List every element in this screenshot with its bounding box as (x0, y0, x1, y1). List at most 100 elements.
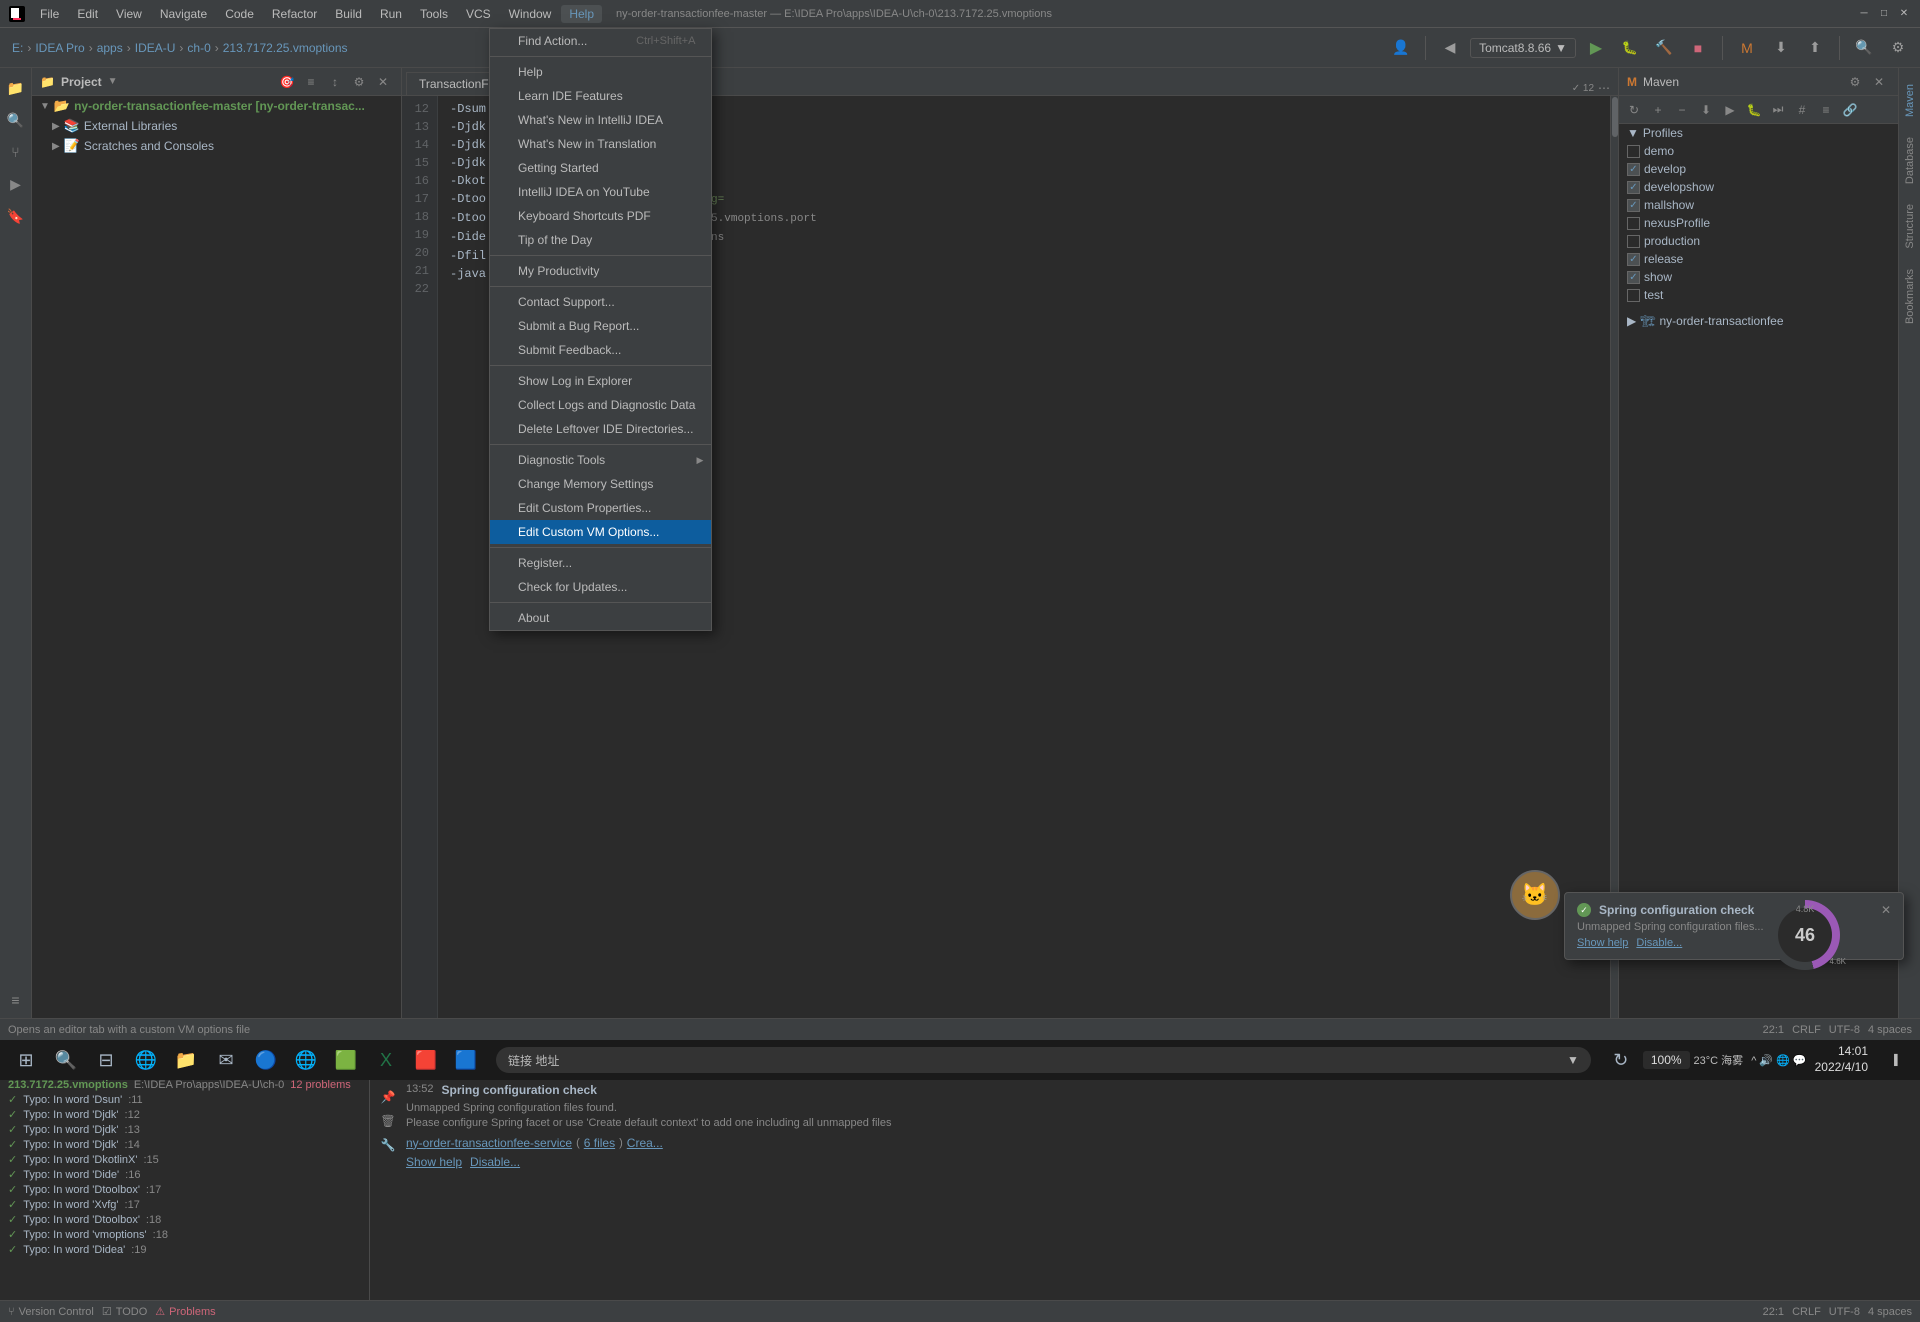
breadcrumb-ideau[interactable]: IDEA-U (135, 41, 176, 55)
profile-production[interactable]: production (1619, 232, 1898, 250)
menu-youtube[interactable]: IntelliJ IDEA on YouTube (490, 180, 711, 204)
taskbar-start[interactable]: ⊞ (8, 1042, 44, 1078)
status-problems-active[interactable]: ⚠ Problems (155, 1305, 215, 1318)
profile-show-checkbox[interactable]: ✓ (1627, 271, 1640, 284)
menu-find-action[interactable]: Find Action... Ctrl+Shift+A (490, 29, 711, 53)
profile-demo[interactable]: demo (1619, 142, 1898, 160)
menu-productivity[interactable]: My Productivity (490, 259, 711, 283)
problem-item-9[interactable]: ✓ Typo: In word 'vmoptions' :18 (0, 1227, 369, 1242)
maven-refresh[interactable]: ↻ (1623, 99, 1645, 121)
debug-button[interactable]: 🐛 (1616, 34, 1644, 62)
problem-item-7[interactable]: ✓ Typo: In word 'Xvfg' :17 (0, 1197, 369, 1212)
taskbar-explorer[interactable]: 📁 (168, 1042, 204, 1078)
back-button[interactable]: ◀ (1436, 34, 1464, 62)
sidebar-run-icon[interactable]: ▶ (4, 172, 28, 196)
git-push[interactable]: ⬆ (1801, 34, 1829, 62)
problem-item-10[interactable]: ✓ Typo: In word 'Didea' :19 (0, 1242, 369, 1257)
sidebar-structure-icon[interactable]: ≡ (4, 988, 28, 1012)
taskbar-address-bar[interactable]: 链接 地址 ▼ (496, 1047, 1591, 1073)
status-position[interactable]: 22:1 (1763, 1306, 1784, 1318)
profile-demo-checkbox[interactable] (1627, 145, 1640, 158)
eventlog-tools-btn[interactable]: 🔧 (378, 1135, 398, 1155)
show-desktop[interactable]: ▐ (1876, 1042, 1912, 1078)
panel-sort[interactable]: ↕ (325, 72, 345, 92)
search-button[interactable]: 🔍 (1850, 34, 1878, 62)
git-update[interactable]: ⬇ (1767, 34, 1795, 62)
profile-developshow-checkbox[interactable]: ✓ (1627, 181, 1640, 194)
panel-close[interactable]: ✕ (373, 72, 393, 92)
status-linesep[interactable]: CRLF (1792, 1306, 1821, 1318)
minimize-button[interactable]: ─ (1856, 6, 1872, 22)
problem-item-6[interactable]: ✓ Typo: In word 'Dtoolbox' :17 (0, 1182, 369, 1197)
profile-mallshow-checkbox[interactable]: ✓ (1627, 199, 1640, 212)
profile-production-checkbox[interactable] (1627, 235, 1640, 248)
menu-whats-new-translation[interactable]: What's New in Translation (490, 132, 711, 156)
profile-developshow[interactable]: ✓ developshow (1619, 178, 1898, 196)
breadcrumb-apps[interactable]: apps (97, 41, 123, 55)
spring-notif-close[interactable]: ✕ (1881, 903, 1891, 917)
problem-item-2[interactable]: ✓ Typo: In word 'Djdk' :13 (0, 1122, 369, 1137)
taskbar-app1[interactable]: 🟩 (328, 1042, 364, 1078)
menu-shortcuts[interactable]: Keyboard Shortcuts PDF (490, 204, 711, 228)
external-libraries-item[interactable]: ▶ 📚 External Libraries (32, 116, 401, 136)
profile-release[interactable]: ✓ release (1619, 250, 1898, 268)
problem-item-3[interactable]: ✓ Typo: In word 'Djdk' :14 (0, 1137, 369, 1152)
maven-download[interactable]: ⬇ (1695, 99, 1717, 121)
taskbar-app3[interactable]: 🟦 (448, 1042, 484, 1078)
statusbar-linesep[interactable]: CRLF (1792, 1024, 1821, 1036)
breadcrumb-ideapro[interactable]: IDEA Pro (35, 41, 84, 55)
profile-nexus-checkbox[interactable] (1627, 217, 1640, 230)
profile-test[interactable]: test (1619, 286, 1898, 304)
maven-close[interactable]: ✕ (1868, 71, 1890, 93)
event-files-link[interactable]: 6 files (584, 1136, 615, 1151)
menu-window[interactable]: Window (501, 5, 560, 23)
maven-profiles-item[interactable]: ▼ Profiles (1619, 124, 1898, 142)
statusbar-enc[interactable]: UTF-8 (1829, 1024, 1860, 1036)
problem-item-0[interactable]: ✓ Typo: In word 'Dsun' :11 (0, 1092, 369, 1107)
menu-help-item[interactable]: Help (490, 60, 711, 84)
problem-item-5[interactable]: ✓ Typo: In word 'Dide' :16 (0, 1167, 369, 1182)
taskbar-refresh[interactable]: ↻ (1603, 1042, 1639, 1078)
menu-show-log[interactable]: Show Log in Explorer (490, 369, 711, 393)
close-button[interactable]: ✕ (1896, 6, 1912, 22)
run-config-selector[interactable]: Tomcat8.8.66 ▼ (1470, 38, 1576, 58)
menu-edit-custom-vm[interactable]: Edit Custom VM Options... (490, 520, 711, 544)
menu-edit[interactable]: Edit (69, 5, 106, 23)
profile-mallshow[interactable]: ✓ mallshow (1619, 196, 1898, 214)
maven-add[interactable]: + (1647, 99, 1669, 121)
problem-item-4[interactable]: ✓ Typo: In word 'DkotlinX' :15 (0, 1152, 369, 1167)
taskbar-taskview[interactable]: ⊟ (88, 1042, 124, 1078)
menu-code[interactable]: Code (217, 5, 262, 23)
breadcrumb-ch0[interactable]: ch-0 (187, 41, 210, 55)
menu-learn-ide[interactable]: Learn IDE Features (490, 84, 711, 108)
maven-collapse[interactable]: ≡ (1815, 99, 1837, 121)
menu-feedback[interactable]: Submit Feedback... (490, 338, 711, 362)
panel-collapse[interactable]: ≡ (301, 72, 321, 92)
menu-bug-report[interactable]: Submit a Bug Report... (490, 314, 711, 338)
profile-develop-checkbox[interactable]: ✓ (1627, 163, 1640, 176)
maven-debug[interactable]: 🐛 (1743, 99, 1765, 121)
build-button[interactable]: 🔨 (1650, 34, 1678, 62)
settings-button[interactable]: ⚙ (1884, 34, 1912, 62)
event-disable[interactable]: Disable... (470, 1155, 520, 1169)
panel-settings[interactable]: ⚙ (349, 72, 369, 92)
spring-notif-show-help[interactable]: Show help (1577, 937, 1628, 949)
menu-register[interactable]: Register... (490, 551, 711, 575)
editor-scrollbar[interactable] (1610, 96, 1618, 1020)
menu-view[interactable]: View (108, 5, 150, 23)
menu-delete-leftover[interactable]: Delete Leftover IDE Directories... (490, 417, 711, 441)
menu-check-updates[interactable]: Check for Updates... (490, 575, 711, 599)
maven-remove[interactable]: − (1671, 99, 1693, 121)
menu-collect-logs[interactable]: Collect Logs and Diagnostic Data (490, 393, 711, 417)
run-button[interactable]: ▶ (1582, 34, 1610, 62)
sidebar-bookmark-icon[interactable]: 🔖 (4, 204, 28, 228)
side-tab-structure[interactable]: Structure (1901, 196, 1919, 257)
event-link-service[interactable]: ny-order-transactionfee-service (406, 1136, 572, 1151)
side-tab-maven[interactable]: Maven (1901, 76, 1919, 125)
profile-nexus[interactable]: nexusProfile (1619, 214, 1898, 232)
menu-navigate[interactable]: Navigate (152, 5, 215, 23)
status-git[interactable]: ⑂ Version Control (8, 1306, 94, 1318)
menu-diagnostic-tools[interactable]: Diagnostic Tools (490, 448, 711, 472)
menu-help[interactable]: Help (561, 5, 602, 23)
side-tab-bookmarks[interactable]: Bookmarks (1901, 261, 1919, 332)
